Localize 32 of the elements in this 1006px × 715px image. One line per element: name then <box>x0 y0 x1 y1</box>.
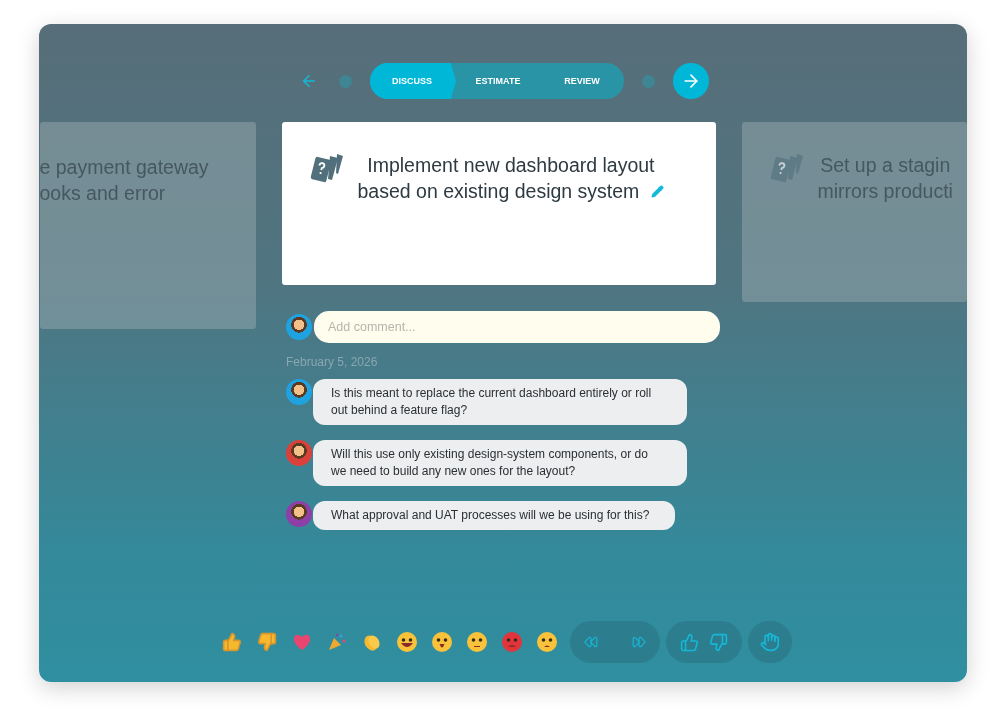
emoji-face-icon <box>535 631 558 653</box>
thumbs-down-button[interactable] <box>709 632 728 652</box>
step-tab[interactable]: REVIEW <box>540 63 624 99</box>
step-dot-icon <box>339 74 352 88</box>
fast-forward-button[interactable] <box>632 635 646 649</box>
emoji-face-icon <box>430 631 453 653</box>
raise-hand-button[interactable] <box>760 632 780 652</box>
comments-date: February 5, 2026 <box>286 355 379 369</box>
comment-bubble: Is this meant to replace the current dashboard entirely or roll out behind a feature flag? <box>313 379 687 425</box>
heart-icon <box>291 633 312 651</box>
question-cards-icon <box>769 154 803 183</box>
card-title-line: Implement new dashboard layout <box>367 153 655 178</box>
comment-bubble: What approval and UAT processes will we be using for this? <box>313 501 676 530</box>
story-card[interactable]: Implement new dashboard layout based on existing design system <box>281 122 716 285</box>
edit-pencil-icon[interactable] <box>651 184 665 198</box>
question-cards-icon <box>309 154 343 183</box>
step-tab[interactable]: ESTIMATE <box>456 63 540 99</box>
comment-bubble: Will this use only existing design-system components, or do we need to build any new ones for the layout? <box>313 440 687 486</box>
step-dot-icon <box>642 74 655 88</box>
thumbs-up-button[interactable] <box>680 632 699 652</box>
rewind-button[interactable] <box>584 635 598 649</box>
comment-input-field[interactable]: Add comment... <box>314 311 720 343</box>
step-tab[interactable]: DISCUSS <box>370 63 456 99</box>
emoji-face-icon <box>395 631 418 653</box>
party-popper-icon <box>326 632 347 652</box>
user-avatar <box>286 314 312 340</box>
emoji-face-icon <box>500 631 523 653</box>
thumbs-down-icon <box>256 632 277 652</box>
next-arrow-button[interactable] <box>673 63 709 99</box>
emoji-face-icon <box>465 631 488 653</box>
thumbs-up-icon <box>221 632 242 652</box>
card-title-line: based on existing design system <box>357 179 640 204</box>
